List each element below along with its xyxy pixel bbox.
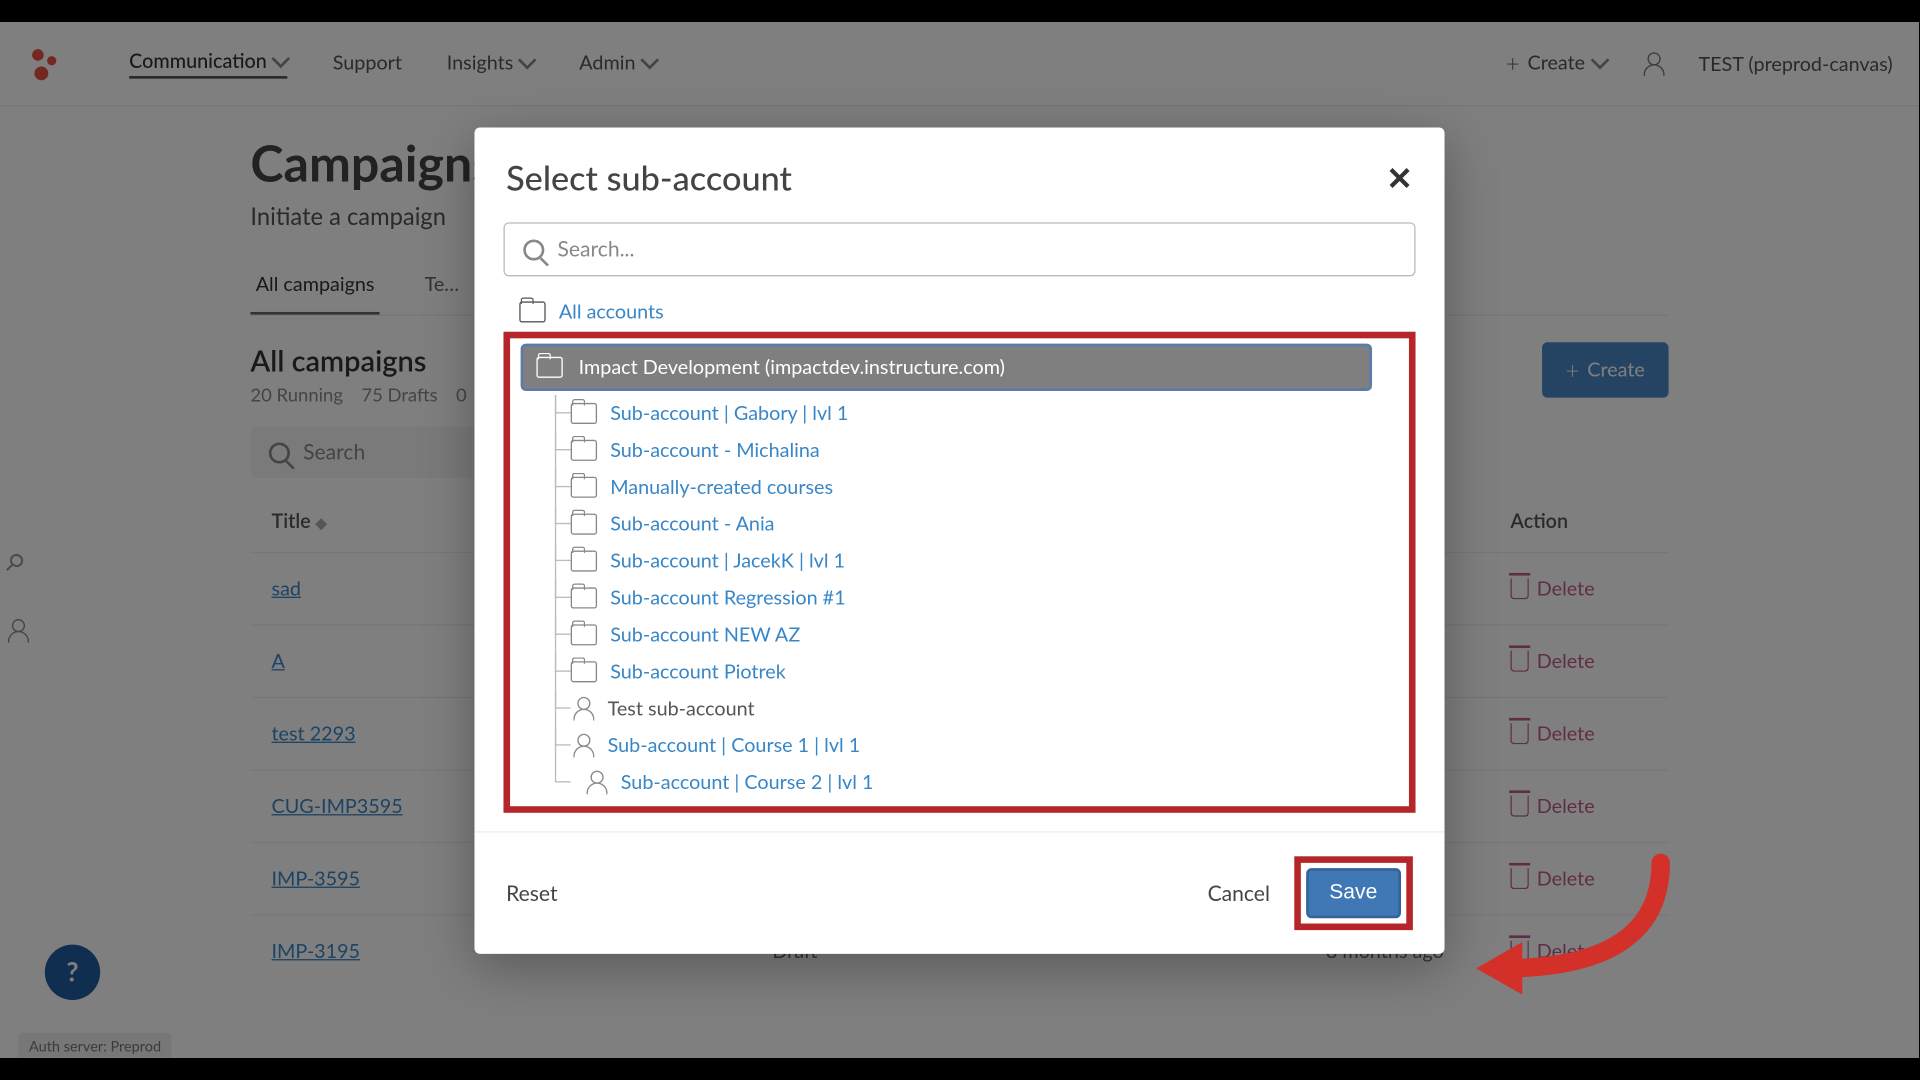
folder-icon xyxy=(571,551,597,572)
folder-icon xyxy=(571,440,597,461)
select-subaccount-modal: Select sub-account ✕ Search... All accou… xyxy=(474,127,1444,953)
folder-icon xyxy=(571,624,597,645)
folder-icon xyxy=(571,661,597,682)
tree-item-label: Sub-account | Course 2 | lvl 1 xyxy=(621,771,874,795)
search-icon xyxy=(523,239,544,260)
close-icon[interactable]: ✕ xyxy=(1386,158,1413,196)
tree-item[interactable]: Sub-account | JacekK | lvl 1 xyxy=(515,543,1403,580)
highlight-annotation: Impact Development (impactdev.instructur… xyxy=(503,332,1415,813)
tree-item[interactable]: Sub-account NEW AZ xyxy=(515,616,1403,653)
tree-item-label: Sub-account - Michalina xyxy=(610,438,820,462)
folder-icon xyxy=(519,301,545,322)
tree-item-label: Sub-account Piotrek xyxy=(610,660,786,684)
account-tree: All accounts Impact Development (impactd… xyxy=(503,295,1415,813)
folder-icon xyxy=(571,587,597,608)
tree-item[interactable]: Sub-account | Course 1 | lvl 1 xyxy=(515,727,1403,764)
tree-item[interactable]: Sub-account Regression #1 xyxy=(515,580,1403,617)
tree-item-label: Manually-created courses xyxy=(610,475,833,499)
tree-selected-item[interactable]: Impact Development (impactdev.instructur… xyxy=(521,344,1372,391)
save-button[interactable]: Save xyxy=(1306,868,1402,918)
tree-item-label: Sub-account - Ania xyxy=(610,512,774,536)
folder-icon xyxy=(571,477,597,498)
tree-root[interactable]: All accounts xyxy=(503,295,1415,329)
tree-item-label: Test sub-account xyxy=(608,697,755,721)
person-icon xyxy=(571,734,595,758)
tree-item[interactable]: Sub-account Piotrek xyxy=(515,653,1403,690)
folder-icon xyxy=(536,357,562,378)
tree-item[interactable]: Test sub-account xyxy=(515,690,1403,727)
folder-icon xyxy=(571,514,597,535)
tree-item[interactable]: Sub-account | Course 2 | lvl 1 xyxy=(515,764,1403,801)
person-icon xyxy=(571,697,595,721)
tree-item[interactable]: Manually-created courses xyxy=(515,469,1403,506)
tree-item-label: Sub-account Regression #1 xyxy=(610,586,845,610)
modal-search-input[interactable]: Search... xyxy=(503,222,1415,276)
tree-item-label: Sub-account | Gabory | lvl 1 xyxy=(610,402,848,426)
cancel-button[interactable]: Cancel xyxy=(1208,881,1270,906)
tree-item[interactable]: Sub-account - Ania xyxy=(515,506,1403,543)
person-icon xyxy=(584,771,608,795)
tree-item-label: Sub-account | JacekK | lvl 1 xyxy=(610,549,845,573)
tree-item-label: Sub-account NEW AZ xyxy=(610,623,800,647)
modal-title: Select sub-account xyxy=(506,156,792,198)
folder-icon xyxy=(571,403,597,424)
tree-item[interactable]: Sub-account | Gabory | lvl 1 xyxy=(515,395,1403,432)
reset-button[interactable]: Reset xyxy=(506,881,557,906)
tree-item-label: Sub-account | Course 1 | lvl 1 xyxy=(608,734,861,758)
save-highlight-annotation: Save xyxy=(1294,856,1413,930)
tree-item[interactable]: Sub-account - Michalina xyxy=(515,432,1403,469)
